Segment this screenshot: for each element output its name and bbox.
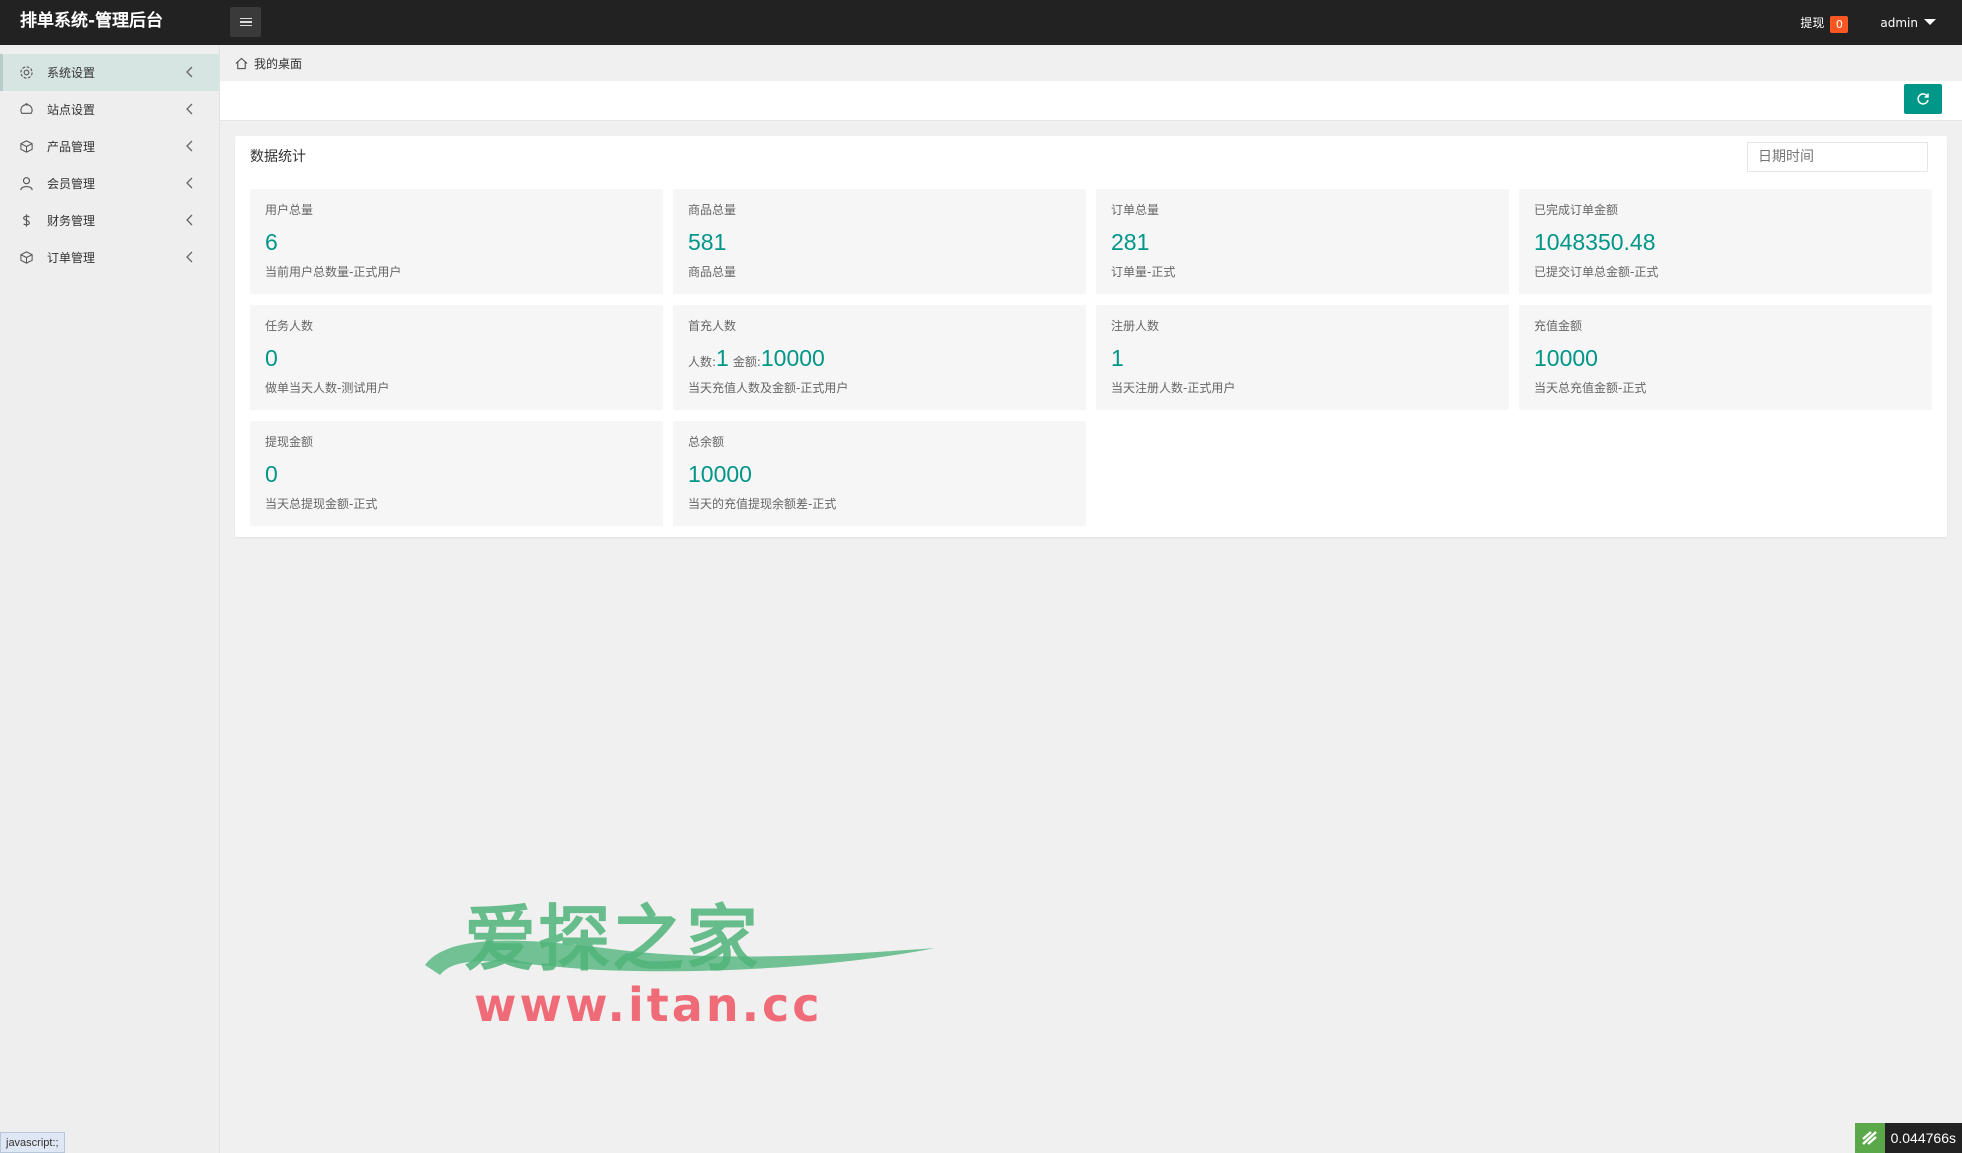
app-title: 排单系统-管理后台 [20,11,164,31]
refresh-button[interactable] [1904,84,1942,114]
stat-desc: 当天注册人数-正式用户 [1111,381,1236,395]
stat-value: 1048350.48 [1534,229,1656,255]
stat-title: 提现金额 [265,435,314,449]
watermark: 爱探之家 www.itan.cc [420,880,940,1032]
top-header: 排单系统-管理后台 提现 0 admin [0,0,1962,45]
withdraw-count-badge: 0 [1830,16,1849,33]
stat-value: 0 [265,461,278,487]
stat-value: 581 [688,229,727,255]
hamburger-icon-line [239,21,252,23]
menu-toggle-button[interactable] [230,7,261,37]
stat-title: 首充人数 [688,319,737,333]
hamburger-icon-line [239,24,252,27]
user-menu[interactable]: admin [1880,16,1936,30]
stat-title: 注册人数 [1111,319,1160,333]
refresh-icon [1917,93,1929,105]
sidebar: 系统设置 站点设置 产品管理 会员管理 财务管理 订单管理 [0,45,220,1153]
date-time-input[interactable] [1747,142,1928,172]
chevron-left-icon [185,251,193,266]
stat-card-completed-order-amount: 已完成订单金额 1048350.48 已提交订单总金额-正式 [1519,189,1932,294]
chevron-left-icon [185,140,193,155]
username: admin [1880,15,1918,30]
stat-card-total-balance: 总余额 10000 当天的充值提现余额差-正式 [673,421,1086,526]
stat-card-register-count: 注册人数 1 当天注册人数-正式用户 [1096,305,1509,410]
stat-card-order-total: 订单总量 281 订单量-正式 [1096,189,1509,294]
stat-value: 6 [265,229,278,255]
stat-card-first-recharge: 首充人数 人数: 1 金额: 10000 当天充值人数及金额-正式用户 [673,305,1086,410]
stat-card-withdraw-amount: 提现金额 0 当天总提现金额-正式 [250,421,663,526]
box-icon [18,250,34,266]
sidebar-item-finance-management[interactable]: 财务管理 [0,202,219,239]
sidebar-item-label: 订单管理 [47,251,96,265]
stat-title: 充值金额 [1534,319,1583,333]
watermark-en-text: www.itan.cc [474,978,823,1032]
stat-desc: 当天的充值提现余额差-正式 [688,497,837,511]
header-right: 提现 0 admin [1800,0,1962,45]
withdraw-link[interactable]: 提现 0 [1800,12,1849,33]
sidebar-item-label: 产品管理 [47,140,96,154]
stat-title: 用户总量 [265,203,314,217]
timer-badge: 0.044766s [1854,1123,1962,1153]
sidebar-item-label: 站点设置 [47,103,96,117]
watermark-cn-text: 爱探之家 [464,897,761,981]
timer-value: 0.044766s [1890,1130,1956,1146]
trace-logo-icon [1854,1123,1885,1153]
amount-label: 金额: [732,355,761,369]
site-icon [18,102,34,118]
count-value: 1 [716,345,729,371]
stat-value: 10000 [688,461,752,487]
chevron-left-icon [185,214,193,229]
hamburger-icon-line [239,17,252,20]
stat-value: 10000 [1534,345,1598,371]
stats-panel: 数据统计 用户总量 6 当前用户总数量-正式用户 商品总量 581 商品总量 订… [235,136,1947,537]
count-label: 人数: [688,355,717,369]
stat-title: 商品总量 [688,203,737,217]
breadcrumb: 我的桌面 [220,45,1962,81]
stat-desc: 当天总充值金额-正式 [1534,381,1647,395]
stat-title: 任务人数 [265,319,314,333]
caret-down-icon [1924,18,1936,25]
stat-desc: 当天总提现金额-正式 [265,497,378,511]
chevron-left-icon [185,66,193,81]
stat-desc: 当前用户总数量-正式用户 [265,265,402,279]
sidebar-item-product-management[interactable]: 产品管理 [0,128,219,165]
gear-icon [18,65,34,81]
breadcrumb-current[interactable]: 我的桌面 [254,55,302,72]
stat-card-product-total: 商品总量 581 商品总量 [673,189,1086,294]
stat-desc: 订单量-正式 [1111,265,1176,279]
sidebar-item-member-management[interactable]: 会员管理 [0,165,219,202]
status-url: javascript:; [0,1132,65,1153]
panel-title: 数据统计 [250,149,306,165]
stat-desc: 做单当天人数-测试用户 [265,381,390,395]
user-icon [18,176,34,192]
sidebar-item-label: 系统设置 [47,66,96,80]
stat-card-recharge-amount: 充值金额 10000 当天总充值金额-正式 [1519,305,1932,410]
stat-value: 281 [1111,229,1150,255]
stat-desc: 当天充值人数及金额-正式用户 [688,381,849,395]
stat-title: 订单总量 [1111,203,1160,217]
stat-card-user-total: 用户总量 6 当前用户总数量-正式用户 [250,189,663,294]
stat-title: 已完成订单金额 [1534,203,1619,217]
sidebar-item-system-settings[interactable]: 系统设置 [0,54,219,91]
stat-value: 0 [265,345,278,371]
amount-value: 10000 [760,345,825,371]
home-icon [235,57,248,70]
sidebar-item-label: 财务管理 [47,214,96,228]
sidebar-item-label: 会员管理 [47,177,96,191]
box-icon [18,139,34,155]
stat-value: 1 [1111,345,1124,371]
sidebar-item-site-settings[interactable]: 站点设置 [0,91,219,128]
dollar-icon [18,213,34,229]
stat-title: 总余额 [688,435,725,449]
stat-desc: 商品总量 [688,265,737,279]
stat-desc: 已提交订单总金额-正式 [1534,265,1659,279]
chevron-left-icon [185,103,193,118]
chevron-left-icon [185,177,193,192]
stat-card-task-count: 任务人数 0 做单当天人数-测试用户 [250,305,663,410]
withdraw-label: 提现 [1800,16,1825,30]
sidebar-item-order-management[interactable]: 订单管理 [0,239,219,276]
stat-value-mixed: 人数: 1 金额: 10000 [688,345,829,372]
toolbar [220,81,1962,121]
